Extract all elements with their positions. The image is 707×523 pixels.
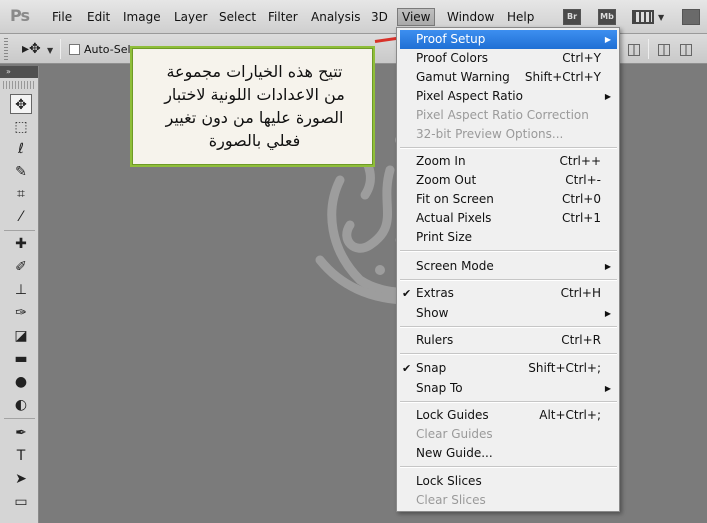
menu-filter[interactable]: Filter xyxy=(268,10,298,24)
options-grip[interactable] xyxy=(4,38,8,60)
quick-select-tool-icon[interactable]: ✎ xyxy=(10,162,32,182)
menu-item-lock-guides[interactable]: Lock Guides Alt+Ctrl+; xyxy=(400,406,617,425)
menu-item-zoom-in[interactable]: Zoom In Ctrl++ xyxy=(400,152,617,171)
menu-item-fit-on-screen[interactable]: Fit on Screen Ctrl+0 xyxy=(400,190,617,209)
menu-item-zoom-out[interactable]: Zoom Out Ctrl+- xyxy=(400,171,617,190)
eraser-tool-icon[interactable]: ◪ xyxy=(10,326,32,346)
menu-item-clear-guides: Clear Guides xyxy=(416,427,493,441)
path-select-tool-icon[interactable]: ➤ xyxy=(10,469,32,489)
menu-edit[interactable]: Edit xyxy=(87,10,110,24)
distribute-icon[interactable] xyxy=(658,44,670,56)
submenu-arrow-icon: ▶ xyxy=(604,384,611,393)
menu-item-proof-colors[interactable]: Proof Colors Ctrl+Y xyxy=(400,49,617,68)
menu-separator xyxy=(400,401,617,403)
tools-panel: » ✥ ⬚ ℓ ✎ ⌗ ⁄ ✚ ✐ ⊥ ✑ ◪ ▬ ● ◐ ✒ T ➤ ▭ xyxy=(0,66,39,523)
divider xyxy=(60,39,61,59)
move-tool-icon[interactable]: ✥ xyxy=(10,94,32,114)
auto-select-checkbox[interactable] xyxy=(69,44,80,55)
history-brush-tool-icon[interactable]: ✑ xyxy=(10,303,32,323)
menu-item-32bit-preview-options: 32-bit Preview Options... xyxy=(416,127,564,141)
distribute-icon[interactable] xyxy=(680,44,692,56)
healing-brush-tool-icon[interactable]: ✚ xyxy=(10,234,32,254)
blur-tool-icon[interactable]: ● xyxy=(10,372,32,392)
menu-item-extras[interactable]: ✔ Extras Ctrl+H xyxy=(400,284,617,303)
divider xyxy=(648,39,649,59)
extras-film-icon[interactable] xyxy=(632,10,654,24)
chevron-down-icon[interactable]: ▼ xyxy=(658,13,664,22)
rectangle-tool-icon[interactable]: ▭ xyxy=(10,492,32,512)
menu-item-rulers[interactable]: Rulers Ctrl+R xyxy=(400,331,617,350)
move-tool-preset-icon[interactable]: ▸✥ xyxy=(22,41,41,57)
crop-tool-icon[interactable]: ⌗ xyxy=(10,184,32,204)
annotation-callout: تتيح هذه الخيارات مجموعة من الاعدادات ال… xyxy=(130,46,375,167)
menu-item-snap-to[interactable]: Snap To ▶ xyxy=(400,379,617,398)
menu-item-pixel-aspect-ratio-correction: Pixel Aspect Ratio Correction xyxy=(416,108,589,122)
lasso-tool-icon[interactable]: ℓ xyxy=(10,139,32,159)
menu-item-lock-slices[interactable]: Lock Slices xyxy=(400,472,617,491)
photoshop-logo: Ps xyxy=(10,6,30,25)
pen-tool-icon[interactable]: ✒ xyxy=(10,423,32,443)
menu-image[interactable]: Image xyxy=(123,10,161,24)
menu-help[interactable]: Help xyxy=(507,10,534,24)
submenu-arrow-icon: ▶ xyxy=(604,92,611,101)
submenu-arrow-icon: ▶ xyxy=(604,262,611,271)
menu-file[interactable]: File xyxy=(52,10,72,24)
callout-text: تتيح هذه الخيارات مجموعة من الاعدادات ال… xyxy=(164,62,345,150)
tools-grip[interactable] xyxy=(3,81,35,89)
checkmark-icon: ✔ xyxy=(402,362,412,375)
bridge-icon[interactable]: Br xyxy=(563,9,581,25)
align-icon[interactable] xyxy=(628,44,640,56)
brush-tool-icon[interactable]: ✐ xyxy=(10,257,32,277)
menu-item-proof-setup[interactable]: Proof Setup ▶ xyxy=(400,30,617,49)
divider xyxy=(4,230,35,231)
dodge-tool-icon[interactable]: ◐ xyxy=(10,395,32,415)
menu-analysis[interactable]: Analysis xyxy=(311,10,360,24)
view-menu-dropdown: Proof Setup ▶ Proof Colors Ctrl+Y Gamut Wa… xyxy=(396,27,620,512)
type-tool-icon[interactable]: T xyxy=(10,446,32,466)
tools-collapse-icon[interactable]: » xyxy=(0,66,38,78)
zoom-level-icon[interactable] xyxy=(682,9,700,25)
mini-bridge-icon[interactable]: Mb xyxy=(598,9,616,25)
menu-item-show[interactable]: Show ▶ xyxy=(400,304,617,323)
menu-separator xyxy=(400,279,617,281)
menu-separator xyxy=(400,326,617,328)
submenu-arrow-icon: ▶ xyxy=(604,35,611,44)
menu-3d[interactable]: 3D xyxy=(371,10,388,24)
menu-item-print-size[interactable]: Print Size xyxy=(400,228,617,247)
menu-item-screen-mode[interactable]: Screen Mode ▶ xyxy=(400,257,617,276)
submenu-arrow-icon: ▶ xyxy=(604,309,611,318)
gradient-tool-icon[interactable]: ▬ xyxy=(10,349,32,369)
eyedropper-tool-icon[interactable]: ⁄ xyxy=(10,207,32,227)
checkmark-icon: ✔ xyxy=(402,287,412,300)
menu-item-pixel-aspect-ratio[interactable]: Pixel Aspect Ratio ▶ xyxy=(400,87,617,106)
menu-window[interactable]: Window xyxy=(447,10,494,24)
menu-item-actual-pixels[interactable]: Actual Pixels Ctrl+1 xyxy=(400,209,617,228)
clone-stamp-tool-icon[interactable]: ⊥ xyxy=(10,280,32,300)
menu-view[interactable]: View xyxy=(397,8,436,26)
divider xyxy=(4,418,35,419)
menu-separator xyxy=(400,353,617,355)
marquee-tool-icon[interactable]: ⬚ xyxy=(10,117,32,137)
menu-item-clear-slices: Clear Slices xyxy=(416,493,486,507)
menu-select[interactable]: Select xyxy=(219,10,256,24)
menu-item-snap[interactable]: ✔ Snap Shift+Ctrl+; xyxy=(400,359,617,378)
menu-separator xyxy=(400,250,617,252)
menu-item-gamut-warning[interactable]: Gamut Warning Shift+Ctrl+Y xyxy=(400,68,617,87)
menu-separator xyxy=(400,147,617,149)
chevron-down-icon[interactable]: ▼ xyxy=(47,46,53,55)
menu-separator xyxy=(400,466,617,468)
menu-layer[interactable]: Layer xyxy=(174,10,207,24)
menu-item-new-guide[interactable]: New Guide... xyxy=(400,444,617,463)
